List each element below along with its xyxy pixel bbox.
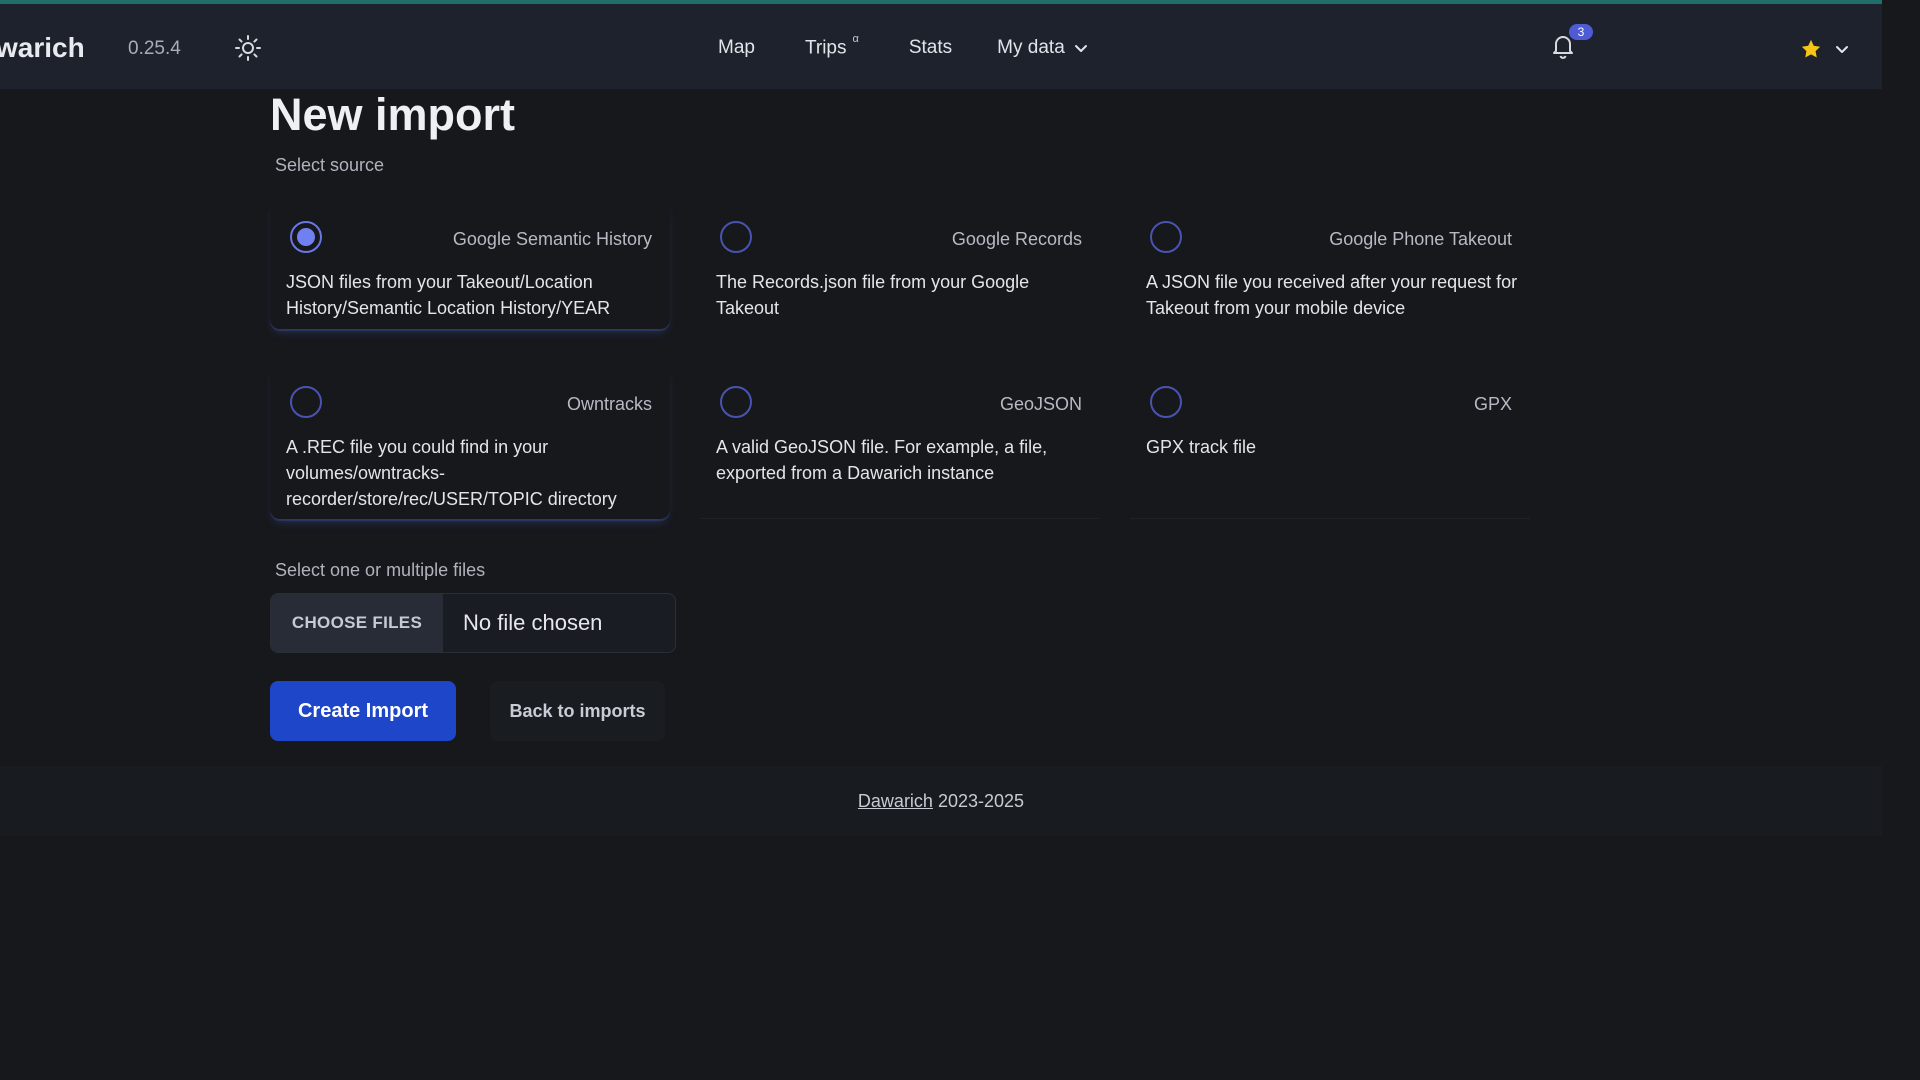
source-card-google-semantic-history[interactable]: Google Semantic History JSON files from … (270, 199, 670, 329)
footer: Dawarich 2023-2025 (0, 766, 1882, 836)
source-description: A JSON file you received after your requ… (1146, 272, 1518, 318)
nav-trips[interactable]: Trips α (804, 33, 859, 59)
source-radio[interactable] (720, 221, 752, 253)
source-title: Google Semantic History (452, 229, 652, 249)
page-title: New import (270, 89, 516, 140)
source-radio[interactable] (290, 221, 322, 253)
footer-dawarich-link[interactable]: Dawarich (858, 791, 933, 811)
user-menu[interactable] (1800, 38, 1850, 60)
nav-trips-alpha: α (852, 33, 859, 45)
file-input[interactable]: CHOOSE FILES No file chosen (270, 593, 676, 653)
source-card-gpx[interactable]: GPX GPX track file (1130, 364, 1530, 519)
source-card-geojson[interactable]: GeoJSON A valid GeoJSON file. For exampl… (700, 364, 1100, 519)
source-radio[interactable] (720, 386, 752, 418)
source-card-owntracks[interactable]: Owntracks A .REC file you could find in … (270, 364, 670, 519)
source-title: GeoJSON (999, 394, 1082, 414)
source-title: Google Records (951, 229, 1082, 249)
nav-trips-label: Trips (804, 37, 847, 59)
nav-stats[interactable]: Stats (909, 37, 952, 59)
nav-my-data-label: My data (997, 37, 1065, 59)
file-status: No file chosen (463, 610, 603, 635)
source-title: Owntracks (566, 394, 652, 414)
choose-files-button[interactable]: CHOOSE FILES (271, 594, 443, 652)
source-description: A valid GeoJSON file. For example, a fil… (716, 437, 1048, 483)
star-icon (1801, 39, 1821, 58)
nav-my-data[interactable]: My data (997, 37, 1089, 59)
chevron-down-icon (1074, 45, 1087, 53)
footer-years: 2023-2025 (937, 791, 1025, 811)
source-description: A .REC file you could find in your volum… (286, 437, 617, 509)
source-description: GPX track file (1146, 437, 1257, 457)
navbar: warich 0.25.4 Map Trips α Stats My data 3 (0, 4, 1882, 89)
main-nav: Map Trips α Stats My data (718, 33, 1089, 59)
source-card-google-phone-takeout[interactable]: Google Phone Takeout A JSON file you rec… (1130, 199, 1530, 329)
brand-name[interactable]: warich (0, 32, 85, 64)
sun-icon[interactable] (234, 34, 262, 62)
source-title: Google Phone Takeout (1329, 229, 1512, 249)
source-card-google-records[interactable]: Google Records The Records.json file fro… (700, 199, 1100, 329)
source-description: The Records.json file from your Google T… (716, 272, 1030, 318)
source-radio[interactable] (1150, 221, 1182, 253)
source-radio[interactable] (290, 386, 322, 418)
create-import-button[interactable]: Create Import (270, 681, 456, 741)
app-version: 0.25.4 (128, 38, 181, 59)
source-title: GPX (1473, 394, 1512, 414)
notification-count-badge: 3 (1569, 24, 1593, 40)
source-radio[interactable] (1150, 386, 1182, 418)
nav-map[interactable]: Map (718, 37, 755, 59)
chevron-down-icon (1836, 46, 1848, 53)
source-description: JSON files from your Takeout/Location Hi… (286, 272, 611, 318)
files-label: Select one or multiple files (275, 560, 486, 580)
select-source-label: Select source (275, 155, 385, 175)
back-to-imports-button[interactable]: Back to imports (490, 681, 665, 741)
